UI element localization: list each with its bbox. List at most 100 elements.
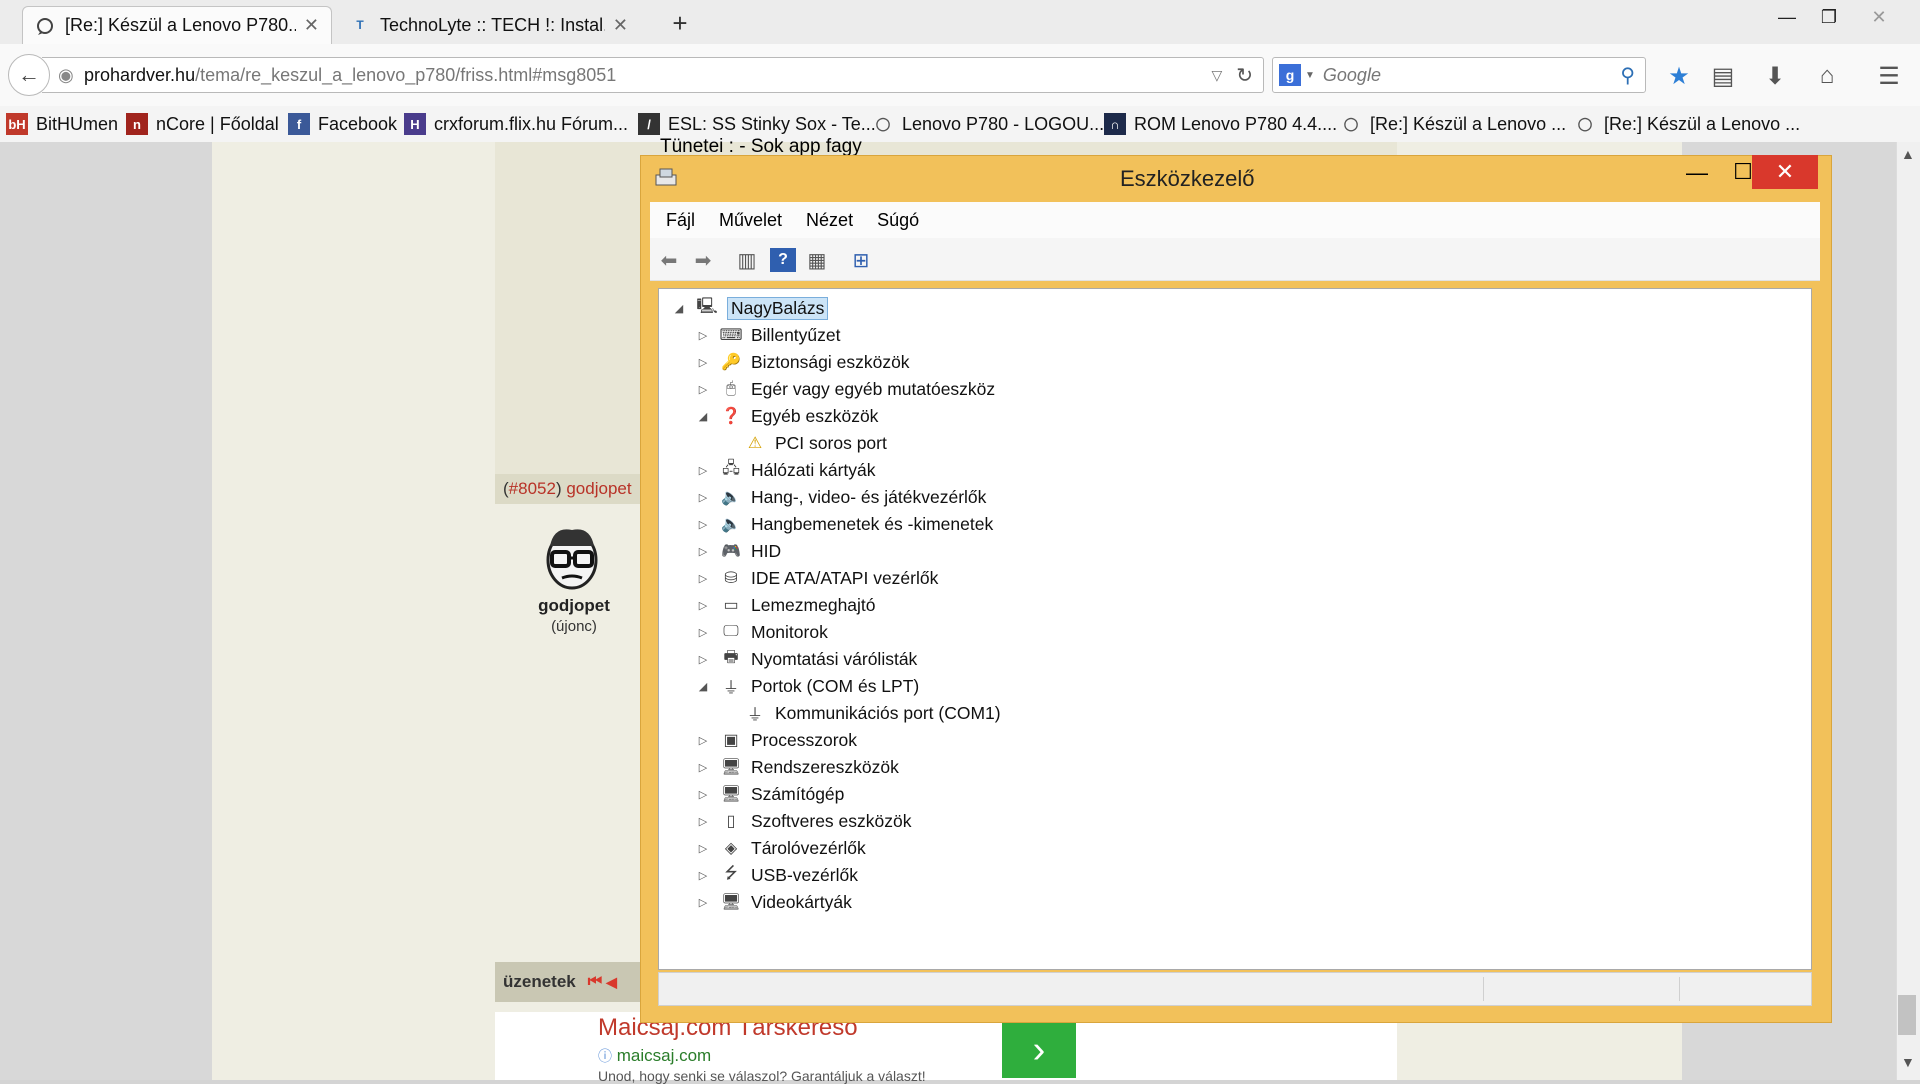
scroll-down-icon[interactable]: ▼ [1901,1054,1915,1070]
scroll-thumb[interactable] [1898,995,1916,1035]
expand-icon[interactable]: ▷ [695,842,711,855]
minimize-icon[interactable]: — [1764,2,1810,32]
google-icon[interactable]: g [1279,64,1301,86]
close-window-icon[interactable]: ✕ [1856,2,1902,32]
tree-node[interactable]: ⚠ PCI soros port [719,430,887,456]
expand-icon[interactable]: ▷ [695,383,711,396]
tree-node[interactable]: ▷ 🎮 HID [695,538,781,564]
ad-url[interactable]: ⓘ maicsaj.com [598,1046,711,1066]
back-icon[interactable]: ⬅ [656,248,682,272]
expand-icon[interactable]: ▷ [695,869,711,882]
url-bar[interactable]: ◉ prohardver.hu /tema/re_keszul_a_lenovo… [42,57,1264,93]
tree-node[interactable]: ▷ 🖶 Nyomtatási várólisták [695,646,918,672]
expand-icon[interactable]: ▷ [695,788,711,801]
help-icon[interactable]: ? [770,248,796,272]
expand-icon[interactable]: ▷ [695,491,711,504]
tree-node[interactable]: ▷ 🖥 Számítógép [695,781,845,807]
tree-node[interactable]: ▷ 🔈 Hang-, video- és játékvezérlők [695,484,987,510]
author-link[interactable]: godjopet [566,479,631,499]
expand-icon[interactable]: ▷ [695,464,711,477]
prev-page-icon[interactable]: ◀ [606,974,617,991]
tree-node[interactable]: ▷ ◈ Tárolóvezérlők [695,835,866,861]
expand-icon[interactable]: ▷ [695,518,711,531]
tab-inactive[interactable]: T TechnoLyte :: TECH !: Instal... ✕ [338,6,640,44]
tree-node[interactable]: ▷ ▯ Szoftveres eszközök [695,808,912,834]
avatar[interactable] [540,522,604,594]
bookmark-item[interactable]: ∩ ROM Lenovo P780 4.4.... [1104,112,1337,136]
menu-view[interactable]: Nézet [806,210,853,231]
expand-icon[interactable]: ▷ [695,545,711,558]
messages-label[interactable]: üzenetek [503,972,576,992]
tree-node[interactable]: ▷ ▣ Processzorok [695,727,857,753]
dropdown-icon[interactable]: ▼ [1305,70,1315,81]
properties-icon[interactable]: ▦ [804,248,830,272]
bookmark-item[interactable]: n nCore | Főoldal [126,112,279,136]
tree-node[interactable]: ▷ ⛁ IDE ATA/ATAPI vezérlők [695,565,939,591]
tree-node[interactable]: ▷ 🔈 Hangbemenetek és -kimenetek [695,511,993,537]
expand-icon[interactable]: ▷ [695,572,711,585]
tree-node[interactable]: ▷ 🔑 Biztonsági eszközök [695,349,910,375]
expand-icon[interactable]: ▷ [695,896,711,909]
search-icon[interactable]: ⚲ [1620,63,1635,88]
tab-active[interactable]: [Re:] Készül a Lenovo P780... ✕ [22,6,332,44]
collapse-icon[interactable]: ◢ [695,680,711,693]
menu-help[interactable]: Súgó [877,210,919,231]
home-icon[interactable]: ⌂ [1810,60,1844,92]
tree-node[interactable]: ▷ ▭ Lemezmeghajtó [695,592,876,618]
first-page-icon[interactable]: ⏮ [588,973,602,991]
download-icon[interactable]: ⬇ [1758,60,1792,92]
scan-hardware-icon[interactable]: ⊞ [848,248,874,272]
tree-node[interactable]: ▷ 🖱 Egér vagy egyéb mutatóeszköz [695,376,995,402]
close-tab-icon[interactable]: ✕ [613,15,628,36]
bookmark-item[interactable]: ◯ [Re:] Készül a Lenovo ... [1574,112,1800,136]
back-button[interactable]: ← [8,54,50,96]
search-box[interactable]: g ▼ Google ⚲ [1272,57,1646,93]
tree-node[interactable]: ▷ 🖥 Videokártyák [695,889,852,915]
collapse-icon[interactable]: ◢ [671,302,687,315]
post-number-link[interactable]: #8052 [509,479,556,499]
bookmark-item[interactable]: / ESL: SS Stinky Sox - Te... [638,112,876,136]
username[interactable]: godjopet [520,596,628,616]
page-scrollbar[interactable]: ▲ ▼ [1896,142,1920,1080]
tree-node[interactable]: ◢ ⏚ Portok (COM és LPT) [695,673,919,699]
expand-icon[interactable]: ▷ [695,734,711,747]
collapse-icon[interactable]: ◢ [695,410,711,423]
bookmark-item[interactable]: ◯ [Re:] Készül a Lenovo ... [1340,112,1566,136]
minimize-icon[interactable]: — [1679,160,1715,186]
reload-icon[interactable]: ↻ [1236,63,1253,88]
dropdown-icon[interactable]: ▽ [1211,67,1222,84]
bookmark-item[interactable]: bH BitHUmen [6,112,118,136]
tree-node[interactable]: ▷ ⌨ Billentyűzet [695,322,841,348]
tree-root[interactable]: ◢ 🖳 NagyBalázs [671,295,829,321]
bookmark-item[interactable]: f Facebook [288,112,397,136]
restore-icon[interactable]: ❐ [1806,2,1852,32]
expand-icon[interactable]: ▷ [695,815,711,828]
expand-icon[interactable]: ▷ [695,761,711,774]
bookmark-item[interactable]: ◯ Lenovo P780 - LOGOU... [872,112,1104,136]
scroll-up-icon[interactable]: ▲ [1901,146,1915,162]
new-tab-button[interactable]: + [660,6,700,40]
expand-icon[interactable]: ▷ [695,653,711,666]
ad-arrow-button[interactable]: › [1002,1022,1076,1078]
expand-icon[interactable]: ▷ [695,599,711,612]
show-hide-tree-icon[interactable]: ▥ [734,248,760,272]
bookmark-star-icon[interactable]: ★ [1662,60,1696,92]
close-tab-icon[interactable]: ✕ [304,15,319,36]
expand-icon[interactable]: ▷ [695,356,711,369]
tree-node[interactable]: ▷ ⭍ USB-vezérlők [695,862,858,888]
tree-node[interactable]: ▷ 🖥 Rendszereszközök [695,754,899,780]
menu-file[interactable]: Fájl [666,210,695,231]
expand-icon[interactable]: ▷ [695,626,711,639]
tree-node[interactable]: ▷ 🖵 Monitorok [695,619,828,645]
forward-icon[interactable]: ➡ [690,248,716,272]
device-tree[interactable]: ◢ 🖳 NagyBalázs ▷ ⌨ Billentyűzet ▷ 🔑 Biztonság… [658,288,1812,970]
tree-node[interactable]: ▷ 🖧 Hálózati kártyák [695,457,876,483]
menu-icon[interactable]: ☰ [1872,60,1906,92]
close-button[interactable]: ✕ [1752,155,1818,189]
bookmark-item[interactable]: H crxforum.flix.hu Fórum... [404,112,628,136]
tree-node[interactable]: ◢ ❓ Egyéb eszközök [695,403,879,429]
tree-node[interactable]: ⏚ Kommunikációs port (COM1) [719,700,1001,726]
menu-action[interactable]: Művelet [719,210,782,231]
reading-list-icon[interactable]: ▤ [1706,60,1740,92]
expand-icon[interactable]: ▷ [695,329,711,342]
